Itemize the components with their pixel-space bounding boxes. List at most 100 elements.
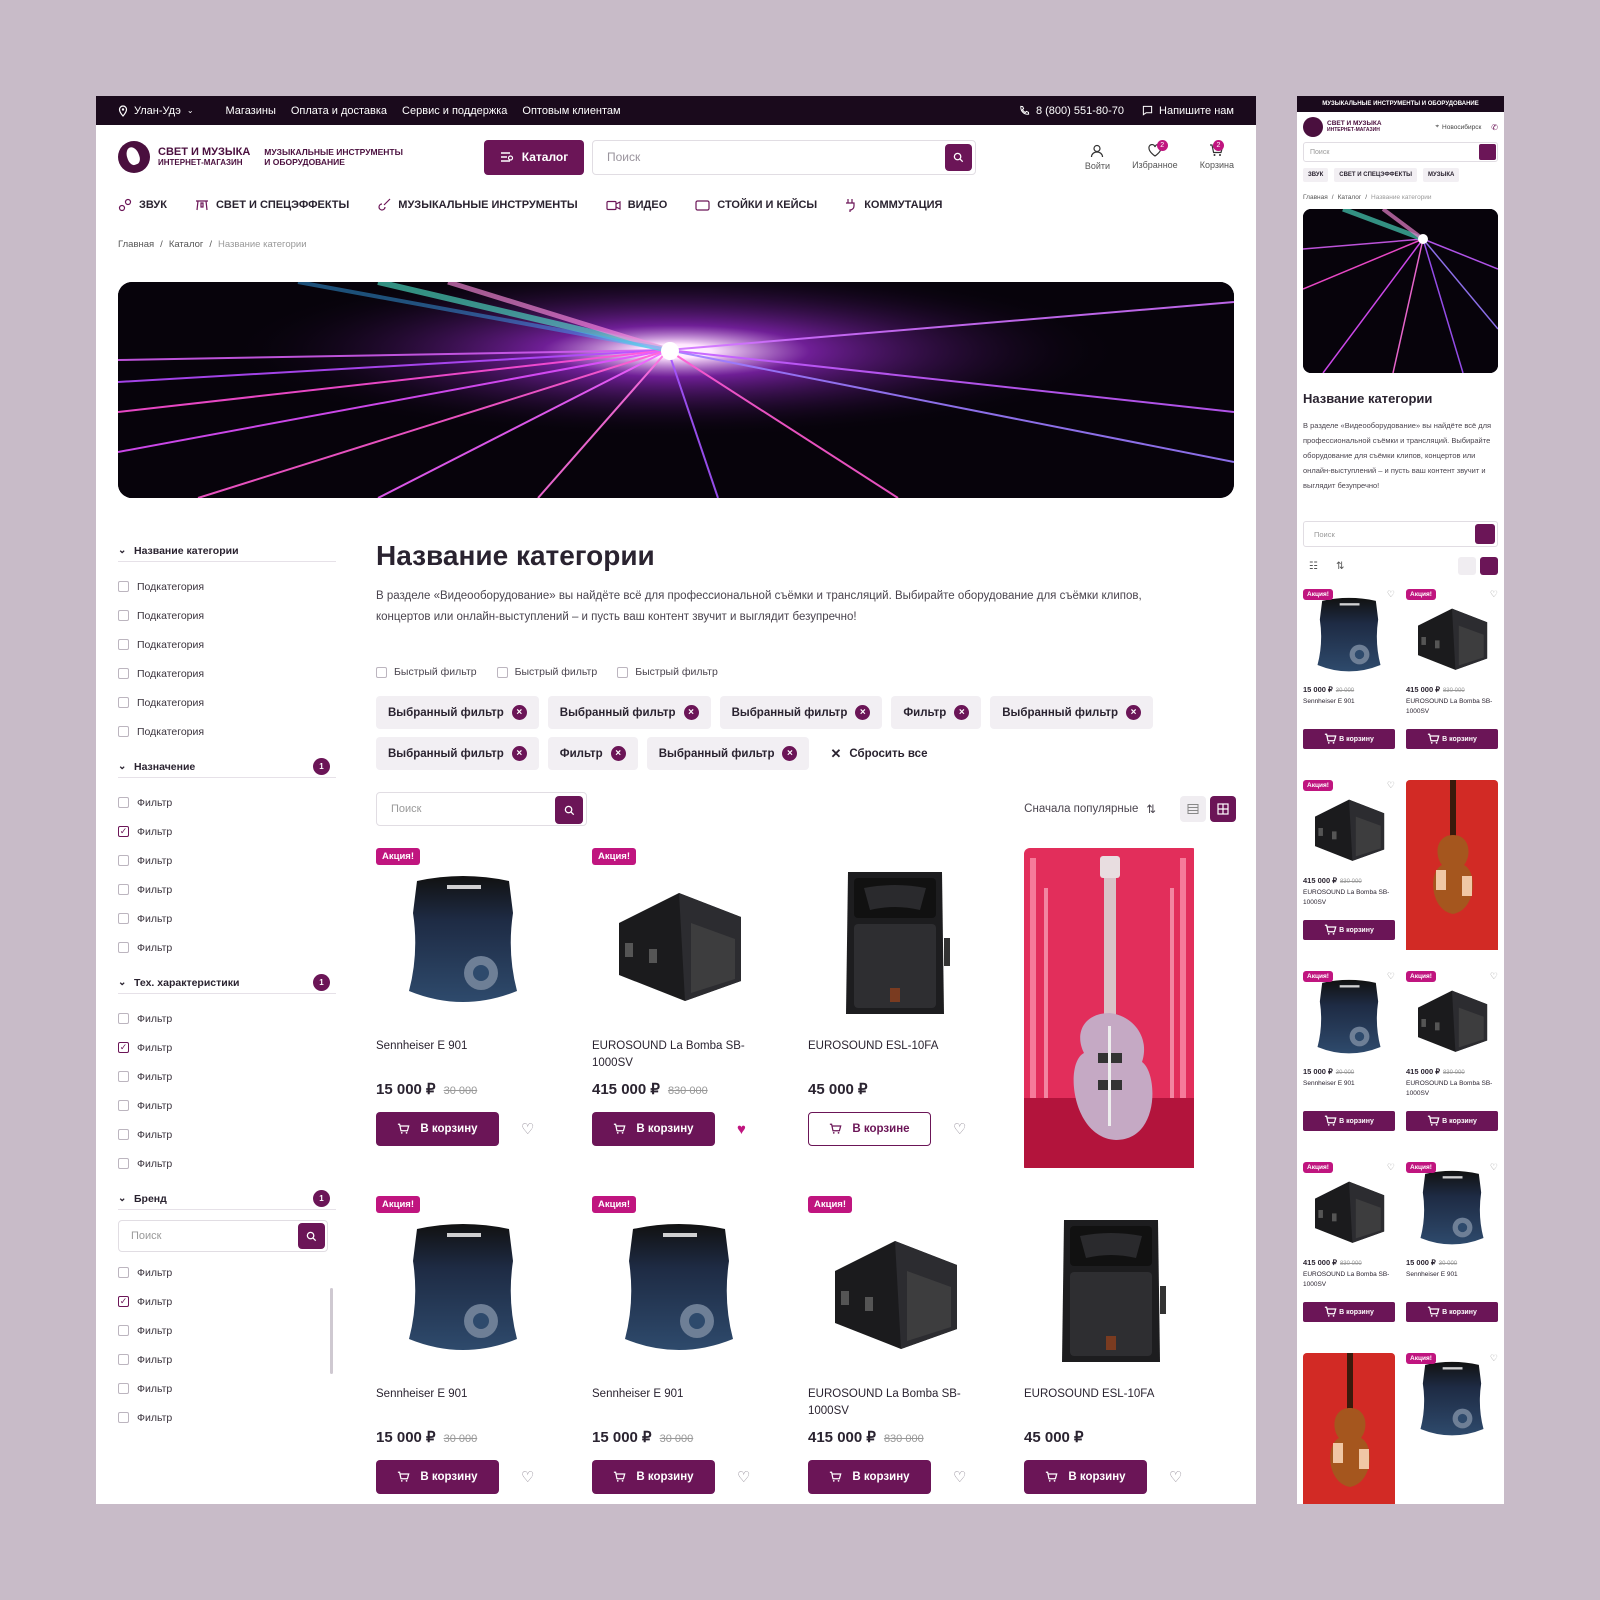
mobile-header-search[interactable]: Поиск [1303,142,1498,162]
checkbox[interactable] [118,913,129,924]
filter-option[interactable]: Фильтр [118,904,336,933]
sort-arrows-icon[interactable]: ⇅ [1336,561,1344,572]
checkbox[interactable] [118,1412,129,1423]
search-icon[interactable] [1475,524,1495,544]
product-name[interactable]: EUROSOUND ESL-10FA [808,1038,982,1080]
mobile-city-selector[interactable]: ⌖ Новосибирск [1435,123,1481,131]
list-view-button[interactable] [1180,796,1206,822]
grid-view-button[interactable] [1480,557,1498,575]
close-icon[interactable]: × [683,705,699,720]
product-name[interactable]: EUROSOUND La Bomba SB-1000SV [1303,1270,1395,1302]
filter-chip[interactable]: Выбранный фильтр × [719,696,883,729]
checkbox[interactable] [118,726,129,737]
in-cart-button[interactable]: В корзине [808,1112,931,1146]
favorite-heart-icon[interactable]: ♡ [953,1468,966,1486]
favorite-heart-icon[interactable]: ♡ [1490,589,1498,600]
breadcrumb-catalog[interactable]: Каталог [169,239,204,250]
filter-option[interactable]: Фильтр [118,933,336,962]
close-icon[interactable]: × [511,705,527,720]
product-image[interactable] [1303,780,1395,876]
breadcrumb-home[interactable]: Главная [1303,194,1328,201]
filter-chip[interactable]: Выбранный фильтр × [646,737,810,770]
mobile-product-card[interactable]: Акция! ♡ 415 000 ₽830 000 EUROSOUND La B… [1303,1162,1395,1337]
checkbox[interactable] [118,610,129,621]
sort-dropdown[interactable]: Сначала популярные ⇅ [1024,802,1156,816]
filter-option[interactable]: Фильтр [118,846,336,875]
write-us-link[interactable]: Напишите нам [1142,105,1234,117]
checkbox[interactable] [118,884,129,895]
filter-group-header[interactable]: ⌄ Название категории [118,540,336,562]
filter-chip[interactable]: Выбранный фильтр × [547,696,711,729]
city-selector[interactable]: Улан-Удэ ⌄ [118,105,194,117]
product-image[interactable] [1406,1162,1498,1258]
nav-item-sound[interactable]: ЗВУК [118,198,167,212]
filter-option[interactable]: Фильтр [118,788,336,817]
filter-option[interactable]: Фильтр [118,1091,336,1120]
product-card[interactable]: Акция! Sennheiser E 901 15 000 ₽ 30 000 … [376,848,550,1172]
product-name[interactable]: Sennheiser E 901 [1406,1270,1498,1302]
filter-option[interactable]: Подкатегория [118,688,336,717]
mobile-product-card[interactable]: Акция! ♡ 15 000 ₽30 000 Sennheiser E 901… [1303,971,1395,1146]
search-icon[interactable] [1479,144,1496,160]
close-icon[interactable]: × [1126,705,1142,720]
product-name[interactable]: Sennheiser E 901 [376,1386,550,1428]
top-link-stores[interactable]: Магазины [226,105,276,117]
checkbox[interactable] [617,666,629,678]
mobile-product-search[interactable]: Поиск [1303,521,1498,547]
checkbox[interactable] [118,942,129,953]
filter-option[interactable]: Фильтр [118,1258,336,1287]
favorite-heart-icon[interactable]: ♡ [1490,971,1498,982]
logo[interactable]: СВЕТ И МУЗЫКА ИНТЕРНЕТ-МАГАЗИН МУЗЫКАЛЬН… [118,141,484,173]
filter-chip[interactable]: Фильтр × [891,696,982,729]
filter-option[interactable]: ✓ Фильтр [118,1033,336,1062]
catalog-button[interactable]: Каталог [484,139,584,175]
mobile-promo-photo-card[interactable] [1406,780,1498,955]
product-image[interactable] [808,848,982,1038]
product-image[interactable] [1303,589,1395,685]
filter-sliders-icon[interactable]: ☷ [1309,561,1318,572]
mobile-product-card[interactable]: Акция! ♡ [1406,1353,1498,1504]
cart-button[interactable]: 2 Корзина [1200,139,1234,171]
close-icon[interactable]: × [782,746,798,761]
filter-option[interactable]: Подкатегория [118,717,336,746]
checkbox[interactable] [118,1267,129,1278]
filter-option[interactable]: Фильтр [118,1120,336,1149]
filter-chip[interactable]: Выбранный фильтр × [376,696,539,729]
product-image[interactable] [1406,1353,1498,1449]
filter-chip[interactable]: Выбранный фильтр × [990,696,1154,729]
header-search-button[interactable] [945,143,972,171]
filter-chip[interactable]: Выбранный фильтр × [376,737,539,770]
checkbox[interactable] [118,1325,129,1336]
nav-item-racks[interactable]: СТОЙКИ И КЕЙСЫ [695,199,817,212]
product-name[interactable]: EUROSOUND La Bomba SB-1000SV [1406,697,1498,729]
filter-option[interactable]: Фильтр [118,1345,336,1374]
favorite-heart-icon[interactable]: ♡ [953,1120,966,1138]
quick-filter[interactable]: Быстрый фильтр [617,666,718,678]
mobile-product-card[interactable]: Акция! ♡ 415 000 ₽830 000 EUROSOUND La B… [1406,589,1498,764]
quick-filter[interactable]: Быстрый фильтр [376,666,477,678]
filter-chip[interactable]: Фильтр × [547,737,638,770]
product-image[interactable] [376,1196,550,1386]
nav-item-instruments[interactable]: МУЗЫКАЛЬНЫЕ ИНСТРУМЕНТЫ [377,198,578,212]
checkbox[interactable] [118,1158,129,1169]
add-to-cart-button[interactable]: В корзину [1303,729,1395,749]
add-to-cart-button[interactable]: В корзину [1024,1460,1147,1494]
top-link-payment[interactable]: Оплата и доставка [291,105,387,117]
product-name[interactable]: EUROSOUND La Bomba SB-1000SV [1303,888,1395,920]
checkbox[interactable] [118,797,129,808]
add-to-cart-button[interactable]: В корзину [376,1112,499,1146]
add-to-cart-button[interactable]: В корзину [1406,1111,1498,1131]
close-icon[interactable]: × [610,746,626,761]
checkbox[interactable] [118,1100,129,1111]
filter-option[interactable]: ✓ Фильтр [118,817,336,846]
favorite-heart-icon[interactable]: ♡ [1387,971,1395,982]
product-image[interactable] [1406,589,1498,685]
nav-item-cables[interactable]: КОММУТАЦИЯ [845,198,942,212]
mobile-product-card[interactable]: Акция! ♡ 415 000 ₽830 000 EUROSOUND La B… [1303,780,1395,955]
add-to-cart-button[interactable]: В корзину [376,1460,499,1494]
add-to-cart-button[interactable]: В корзину [808,1460,931,1494]
brand-list-scrollbar[interactable] [330,1288,333,1374]
filter-option[interactable]: Фильтр [118,1149,336,1178]
promo-photo-card[interactable] [1024,848,1198,1172]
product-name[interactable]: Sennheiser E 901 [1303,1079,1395,1111]
